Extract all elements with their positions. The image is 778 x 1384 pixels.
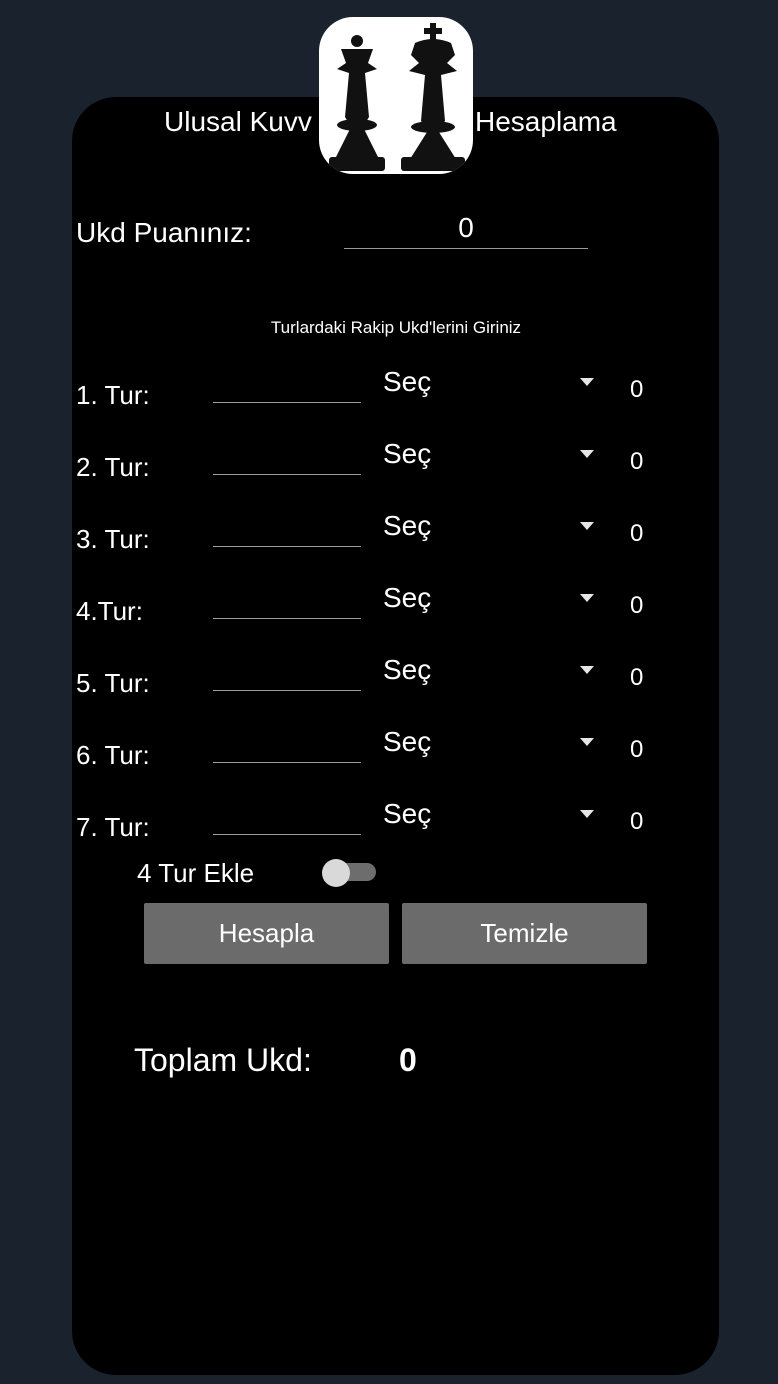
- round-row-5: 5. Tur: Seç 0: [0, 654, 778, 716]
- round-points: 0: [630, 808, 644, 835]
- round-opponent-input[interactable]: [213, 368, 361, 403]
- app-title-part-2: Hesaplama: [475, 106, 617, 137]
- round-row-2: 2. Tur: Seç 0: [0, 438, 778, 500]
- round-result-dropdown[interactable]: Seç: [383, 366, 431, 398]
- round-points: 0: [630, 448, 644, 475]
- round-opponent-input[interactable]: [213, 800, 361, 835]
- round-opponent-input[interactable]: [213, 584, 361, 619]
- round-opponent-input[interactable]: [213, 728, 361, 763]
- toggle-knob: [322, 859, 350, 887]
- round-points: 0: [630, 592, 644, 619]
- round-points: 0: [630, 376, 644, 403]
- round-row-3: 3. Tur: Seç 0: [0, 510, 778, 572]
- app-title-part-1: Ulusal Kuvv: [164, 106, 312, 137]
- add-rounds-label: 4 Tur Ekle: [137, 858, 255, 888]
- round-result-dropdown[interactable]: Seç: [383, 798, 431, 830]
- caret-down-icon[interactable]: [580, 522, 594, 530]
- caret-down-icon[interactable]: [580, 378, 594, 386]
- round-points: 0: [630, 664, 644, 691]
- round-label: 3. Tur:: [76, 524, 150, 554]
- round-label: 4.Tur:: [76, 596, 143, 626]
- caret-down-icon[interactable]: [580, 738, 594, 746]
- round-row-6: 6. Tur: Seç 0: [0, 726, 778, 788]
- round-label: 5. Tur:: [76, 668, 150, 698]
- round-label: 7. Tur:: [76, 812, 150, 842]
- chess-queen-king-icon: [319, 17, 473, 174]
- add-rounds-toggle[interactable]: [322, 859, 378, 887]
- round-label: 6. Tur:: [76, 740, 150, 770]
- calculate-button[interactable]: Hesapla: [144, 903, 389, 964]
- round-row-1: 1. Tur: Seç 0: [0, 366, 778, 428]
- caret-down-icon[interactable]: [580, 666, 594, 674]
- round-result-dropdown[interactable]: Seç: [383, 510, 431, 542]
- total-ukd-label: Toplam Ukd:: [134, 1042, 312, 1078]
- round-result-dropdown[interactable]: Seç: [383, 438, 431, 470]
- round-opponent-input[interactable]: [213, 440, 361, 475]
- rounds-instruction: Turlardaki Rakip Ukd'lerini Giriniz: [270, 318, 522, 337]
- round-opponent-input[interactable]: [213, 512, 361, 547]
- round-label: 1. Tur:: [76, 380, 150, 410]
- ukd-label: Ukd Puanınız:: [76, 217, 252, 248]
- round-points: 0: [630, 736, 644, 763]
- round-result-dropdown[interactable]: Seç: [383, 654, 431, 686]
- caret-down-icon[interactable]: [580, 594, 594, 602]
- total-ukd-value: 0: [399, 1042, 417, 1078]
- clear-button[interactable]: Temizle: [402, 903, 647, 964]
- round-points: 0: [630, 520, 644, 547]
- round-result-dropdown[interactable]: Seç: [383, 582, 431, 614]
- round-label: 2. Tur:: [76, 452, 150, 482]
- caret-down-icon[interactable]: [580, 810, 594, 818]
- round-result-dropdown[interactable]: Seç: [383, 726, 431, 758]
- round-row-4: 4.Tur: Seç 0: [0, 582, 778, 644]
- round-row-7: 7. Tur: Seç 0: [0, 798, 778, 860]
- round-opponent-input[interactable]: [213, 656, 361, 691]
- caret-down-icon[interactable]: [580, 450, 594, 458]
- ukd-input[interactable]: 0: [344, 208, 588, 249]
